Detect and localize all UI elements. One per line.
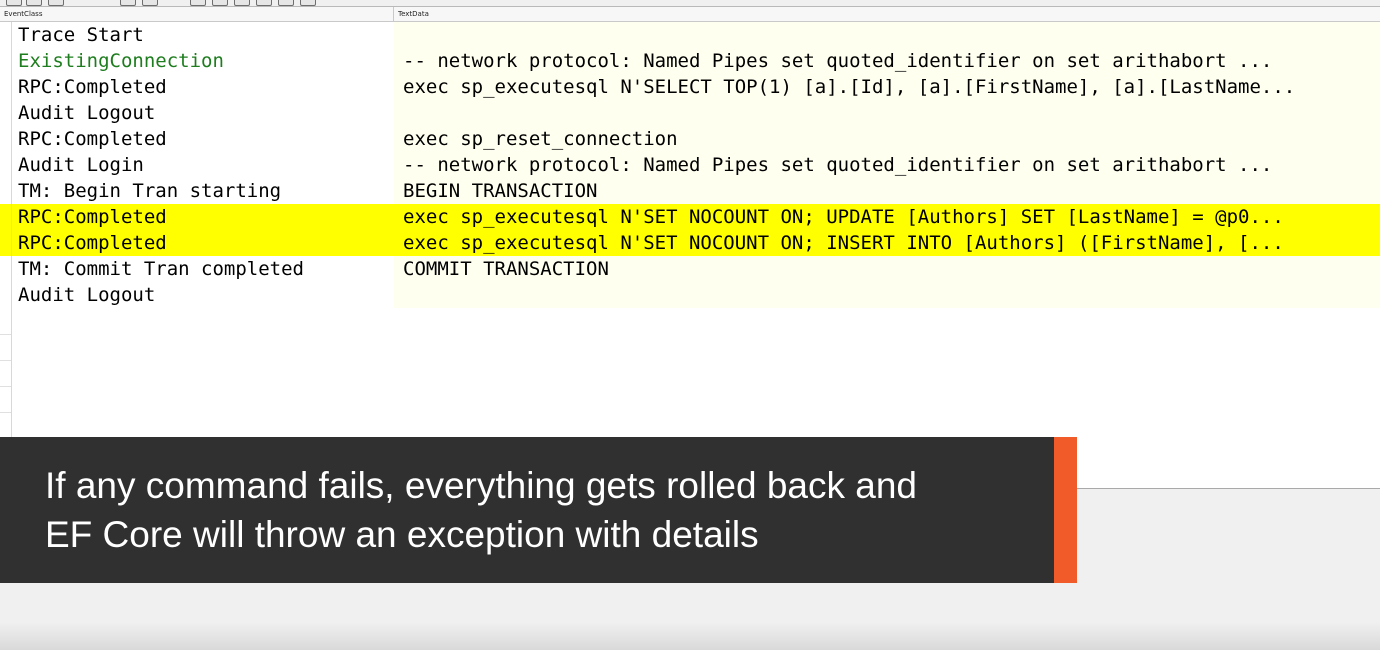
column-header-eventclass[interactable]: EventClass bbox=[0, 7, 394, 21]
trace-row[interactable]: Audit Logout bbox=[0, 282, 1380, 308]
trace-row[interactable]: RPC:Completed exec sp_executesql N'SELEC… bbox=[0, 74, 1380, 100]
row-gutter-empty bbox=[0, 308, 12, 437]
grid-column-headers: EventClass TextData bbox=[0, 7, 1380, 22]
trace-row[interactable]: Trace Start bbox=[0, 22, 1380, 48]
caption-text: If any command fails, everything gets ro… bbox=[45, 461, 1035, 559]
trace-row[interactable]: Audit Login -- network protocol: Named P… bbox=[0, 152, 1380, 178]
row-gutter bbox=[0, 74, 12, 100]
trace-row-highlighted[interactable]: RPC:Completed exec sp_executesql N'SET N… bbox=[0, 230, 1380, 256]
trace-row[interactable]: TM: Begin Tran starting BEGIN TRANSACTIO… bbox=[0, 178, 1380, 204]
text-data-cell: -- network protocol: Named Pipes set quo… bbox=[394, 152, 1380, 178]
trace-row[interactable]: TM: Commit Tran completed COMMIT TRANSAC… bbox=[0, 256, 1380, 282]
event-class-cell: TM: Begin Tran starting bbox=[18, 180, 282, 202]
toolbar-icon[interactable] bbox=[26, 0, 42, 6]
row-gutter bbox=[0, 204, 12, 230]
trace-row-highlighted[interactable]: RPC:Completed exec sp_executesql N'SET N… bbox=[0, 204, 1380, 230]
row-gutter bbox=[0, 282, 12, 308]
event-class-cell: RPC:Completed bbox=[18, 128, 167, 150]
text-data-cell bbox=[394, 100, 1380, 126]
toolbar-icon[interactable] bbox=[6, 0, 22, 6]
caption-overlay: If any command fails, everything gets ro… bbox=[0, 437, 1054, 583]
event-class-cell: Trace Start bbox=[18, 24, 144, 46]
toolbar-icon[interactable] bbox=[300, 0, 316, 6]
row-gutter bbox=[0, 178, 12, 204]
caption-line-2: EF Core will throw an exception with det… bbox=[45, 514, 759, 555]
column-header-textdata[interactable]: TextData bbox=[394, 7, 1380, 21]
row-gutter bbox=[0, 126, 12, 152]
toolbar bbox=[0, 0, 1380, 7]
toolbar-icon[interactable] bbox=[278, 0, 294, 6]
trace-row[interactable]: Audit Logout bbox=[0, 100, 1380, 126]
toolbar-icon[interactable] bbox=[256, 0, 272, 6]
text-data-cell: exec sp_executesql N'SET NOCOUNT ON; INS… bbox=[394, 230, 1380, 256]
event-class-cell: RPC:Completed bbox=[18, 232, 167, 254]
toolbar-icon[interactable] bbox=[190, 0, 206, 6]
text-data-cell: COMMIT TRANSACTION bbox=[394, 256, 1380, 282]
toolbar-icon[interactable] bbox=[234, 0, 250, 6]
event-class-cell: RPC:Completed bbox=[18, 76, 167, 98]
event-class-cell: ExistingConnection bbox=[18, 50, 224, 72]
text-data-cell: -- network protocol: Named Pipes set quo… bbox=[394, 48, 1380, 74]
caption-accent-bar bbox=[1054, 437, 1077, 583]
row-gutter bbox=[0, 48, 12, 74]
row-gutter bbox=[0, 230, 12, 256]
row-gutter bbox=[0, 100, 12, 126]
toolbar-icon[interactable] bbox=[120, 0, 136, 6]
trace-grid: Trace Start ExistingConnection -- networ… bbox=[0, 22, 1380, 437]
status-bar bbox=[0, 622, 1380, 650]
row-gutter bbox=[0, 22, 12, 48]
text-data-cell bbox=[394, 22, 1380, 48]
event-class-cell: TM: Commit Tran completed bbox=[18, 258, 304, 280]
event-class-cell: Audit Logout bbox=[18, 284, 156, 306]
text-data-cell: exec sp_executesql N'SET NOCOUNT ON; UPD… bbox=[394, 204, 1380, 230]
event-class-cell: Audit Login bbox=[18, 154, 144, 176]
toolbar-icon[interactable] bbox=[212, 0, 228, 6]
row-gutter bbox=[0, 256, 12, 282]
trace-row[interactable]: ExistingConnection -- network protocol: … bbox=[0, 48, 1380, 74]
event-class-cell: RPC:Completed bbox=[18, 206, 167, 228]
text-data-cell: BEGIN TRANSACTION bbox=[394, 178, 1380, 204]
details-pane-content[interactable] bbox=[1077, 437, 1380, 489]
toolbar-icon[interactable] bbox=[48, 0, 64, 6]
event-class-cell: Audit Logout bbox=[18, 102, 156, 124]
row-gutter bbox=[0, 152, 12, 178]
caption-line-1: If any command fails, everything gets ro… bbox=[45, 465, 918, 506]
text-data-cell bbox=[394, 282, 1380, 308]
toolbar-icon[interactable] bbox=[142, 0, 158, 6]
text-data-cell: exec sp_reset_connection bbox=[394, 126, 1380, 152]
text-data-cell: exec sp_executesql N'SELECT TOP(1) [a].[… bbox=[394, 74, 1380, 100]
trace-row[interactable]: RPC:Completed exec sp_reset_connection bbox=[0, 126, 1380, 152]
